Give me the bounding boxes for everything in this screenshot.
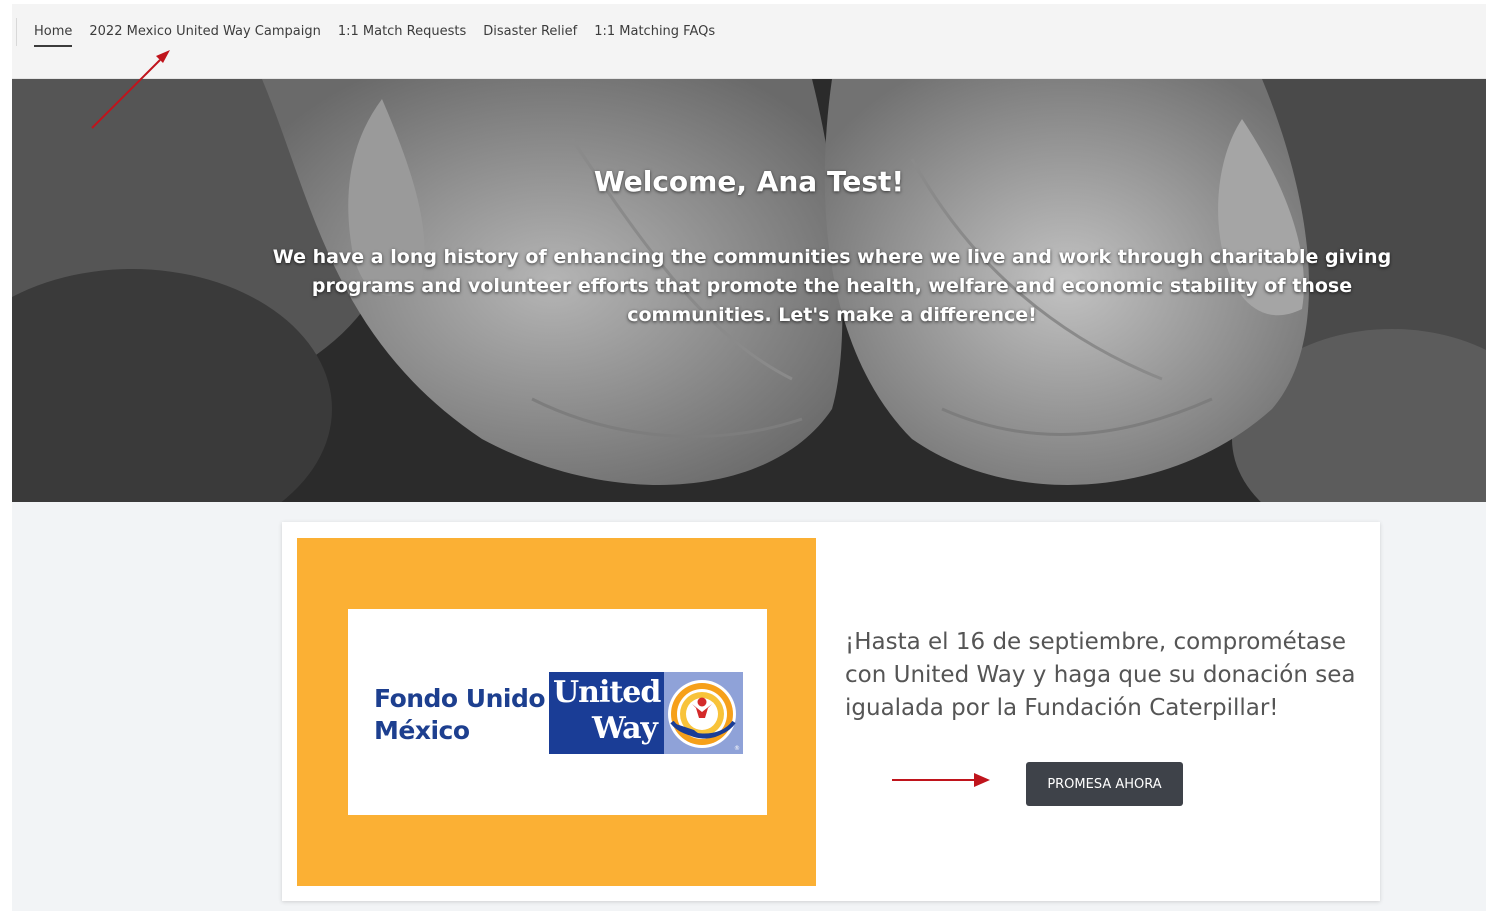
united-way-logo-text: United Way [553,675,661,747]
fondo-line-2: México [374,716,470,745]
logo-box: Fondo Unido México United Way ® [348,609,767,815]
nav-item-home[interactable]: Home [34,23,73,47]
nav-item-mexico-campaign[interactable]: 2022 Mexico United Way Campaign [89,23,320,47]
campaign-message: ¡Hasta el 16 de septiembre, comprométase… [845,629,1356,721]
welcome-heading: Welcome, Ana Test! [593,165,905,198]
nav-divider [16,18,17,46]
fondo-line-1: Fondo Unido [374,684,546,713]
top-navigation: Home 2022 Mexico United Way Campaign 1:1… [12,4,1486,79]
united-way-banner-image: Fondo Unido México United Way ® [297,538,816,886]
nav-item-matching-faqs[interactable]: 1:1 Matching FAQs [594,23,715,47]
uw-line-1: United [553,675,661,710]
nav-item-disaster-relief[interactable]: Disaster Relief [483,23,577,47]
pledge-now-button[interactable]: PROMESA AHORA [1026,762,1183,806]
nav-item-match-requests[interactable]: 1:1 Match Requests [338,23,466,47]
united-way-emblem-icon: ® [664,672,743,754]
welcome-message: We have a long history of enhancing the … [272,246,1392,326]
svg-text:®: ® [734,745,740,752]
fondo-unido-logo-text: Fondo Unido México [374,683,546,747]
campaign-card: Fondo Unido México United Way ® ¡Hasta e… [282,522,1380,901]
uw-line-2: Way [592,711,658,746]
hero-banner: Welcome, Ana Test! We have a long histor… [12,79,1486,502]
united-way-logo: United Way ® [549,672,743,754]
nav-items: Home 2022 Mexico United Way Campaign 1:1… [34,23,715,47]
